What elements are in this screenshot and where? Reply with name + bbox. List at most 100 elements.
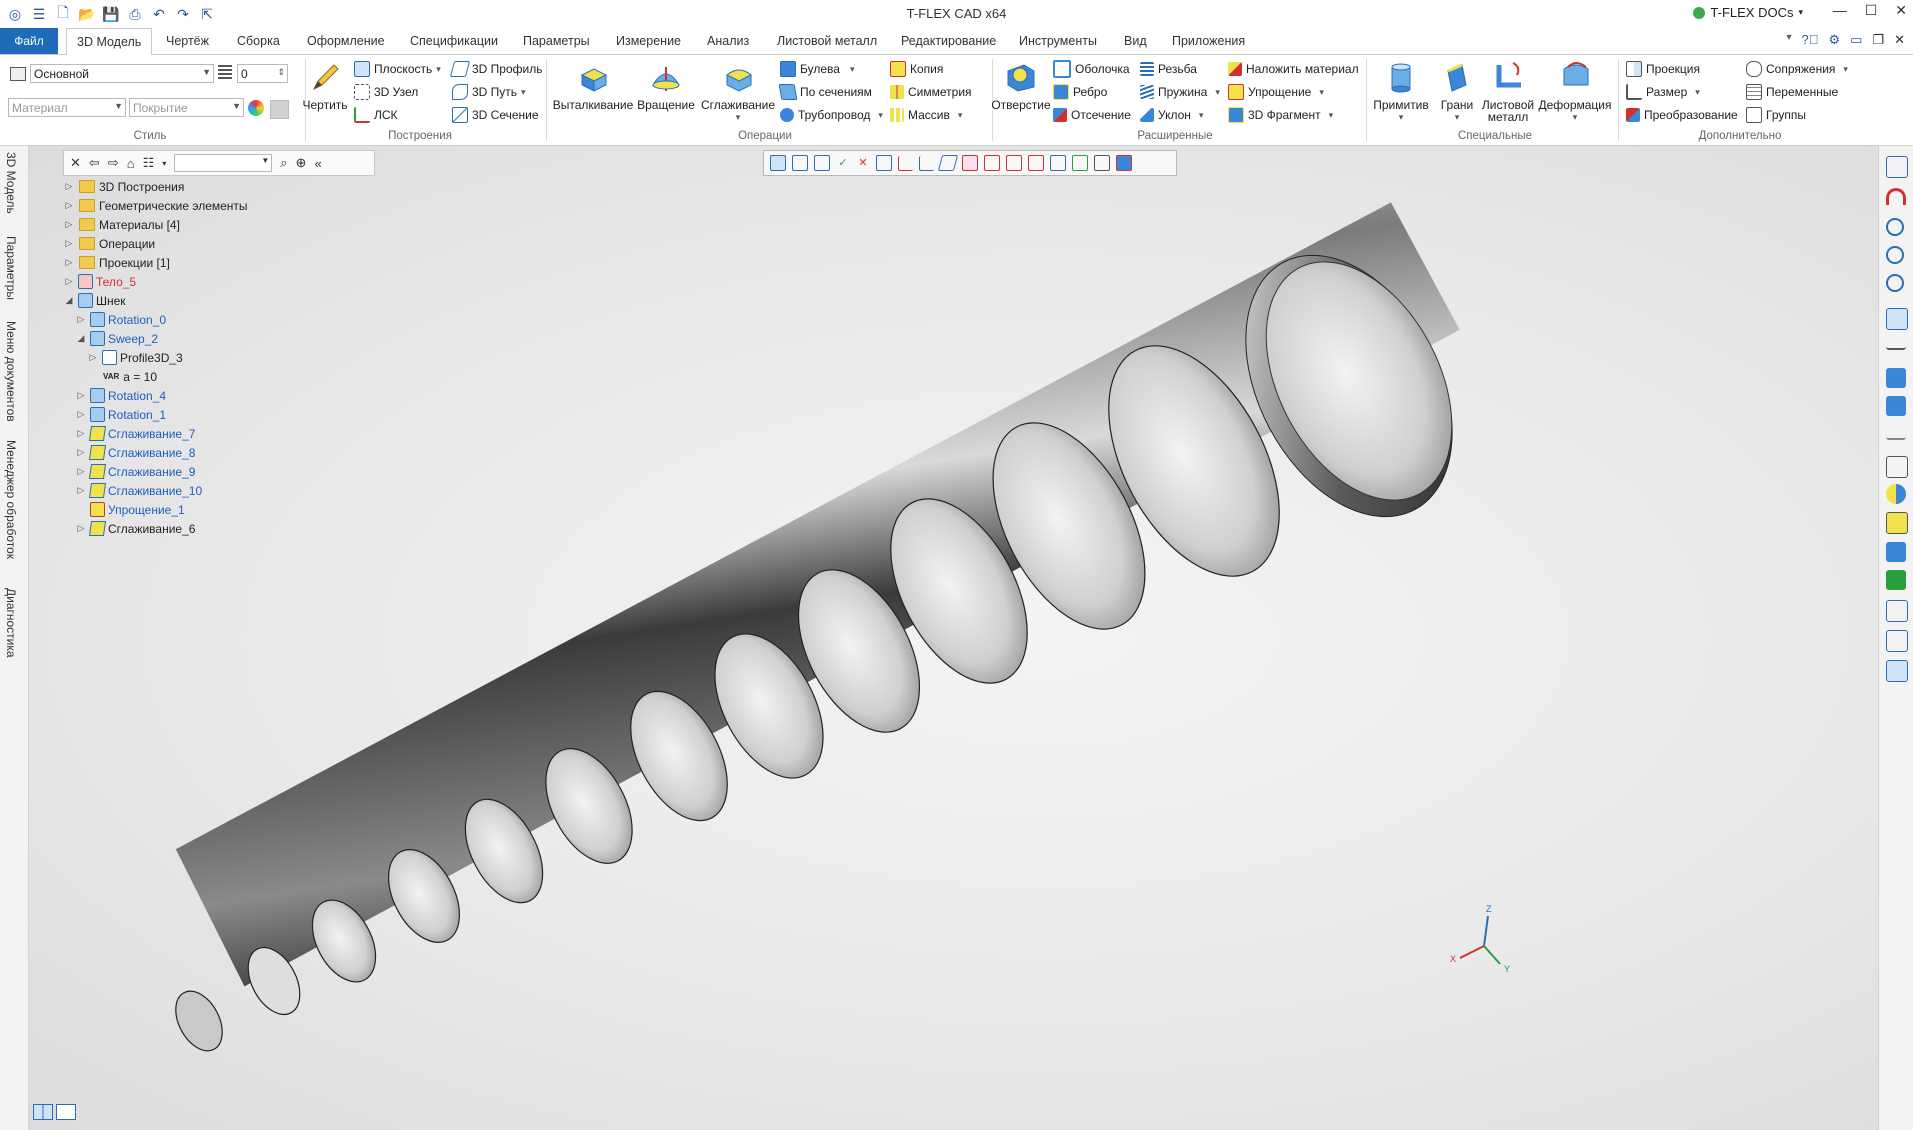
forward-icon[interactable]: ⇨ (108, 155, 119, 171)
expand-toggle-icon[interactable]: ▷ (63, 200, 75, 211)
path3d-button[interactable]: 3D Путь ▾ (452, 83, 526, 101)
filter-list-icon[interactable] (814, 155, 830, 171)
by-sections-button[interactable]: По сечениям (778, 83, 872, 101)
tflex-docs-button[interactable]: T-FLEX DOCs ▾ (1693, 5, 1803, 20)
close-doc-icon[interactable]: ✕ (1894, 32, 1905, 48)
tab-analysis[interactable]: Анализ (707, 28, 749, 54)
tree-item[interactable]: ▷ Материалы [4] (63, 215, 180, 234)
thread-button[interactable]: Резьба (1140, 60, 1197, 78)
palette-icon[interactable] (248, 100, 264, 116)
list-view-icon[interactable]: ☷ (143, 155, 155, 171)
hole-button[interactable]: Отверстие (990, 61, 1052, 111)
tree-item[interactable]: ▷ Rotation_0 (75, 310, 166, 329)
tree-item[interactable]: ▷ Сглаживание_6 (75, 519, 195, 538)
tab-3d-model[interactable]: 3D Модель (66, 28, 153, 56)
check-cube-icon[interactable] (1886, 368, 1906, 388)
target-icon[interactable]: ⊕ (296, 155, 307, 171)
slope-button[interactable]: Уклон ▾ (1140, 106, 1203, 124)
tree-item[interactable]: ▷ Rotation_1 (75, 405, 166, 424)
loop-select-icon[interactable] (984, 155, 1000, 171)
copy-button[interactable]: Копия (890, 60, 943, 78)
tab-parameters[interactable]: Параметры (523, 28, 590, 54)
expand-toggle-icon[interactable]: ▷ (75, 390, 87, 401)
simplify-button[interactable]: Упрощение ▾ (1228, 83, 1324, 101)
magnet-icon[interactable] (1886, 188, 1906, 205)
collapse-icon[interactable]: « (314, 156, 321, 171)
section-view-icon[interactable] (1886, 308, 1908, 330)
filter-settings-icon[interactable] (792, 155, 808, 171)
chevron-down-icon[interactable]: ▾ (1786, 32, 1791, 48)
tab-apps[interactable]: Приложения (1172, 28, 1245, 54)
array-button[interactable]: Массив ▾ (890, 106, 962, 124)
tab-sheet-metal[interactable]: Листовой металл (777, 28, 877, 54)
expand-toggle-icon[interactable]: ▷ (75, 314, 87, 325)
layer-select[interactable]: Основной ▼ (30, 64, 214, 83)
layout-icon[interactable]: ▭ (1850, 32, 1862, 48)
wire-cube-icon[interactable] (1886, 456, 1908, 478)
body-select-icon[interactable] (1006, 155, 1022, 171)
zoom-fit-icon[interactable] (1886, 218, 1904, 236)
expand-toggle-icon[interactable]: ◢ (63, 295, 75, 306)
fragment3d-button[interactable]: 3D Фрагмент ▾ (1228, 106, 1333, 124)
node3d-button[interactable]: 3D Узел (354, 83, 418, 101)
deformation-button[interactable]: Деформация ▾ (1538, 61, 1612, 123)
copy-select-icon[interactable] (1094, 155, 1110, 171)
draw-button[interactable]: Чертить (302, 61, 348, 111)
split-view-icon[interactable] (33, 1104, 53, 1120)
tree-item[interactable]: ◢ Шнек (63, 291, 126, 310)
left-tab-parameters[interactable]: Параметры (4, 236, 18, 300)
check-cubes-icon[interactable] (1886, 396, 1906, 416)
left-tab-3d-model[interactable]: 3D Модель (4, 152, 18, 214)
tree-item[interactable]: ▷ Profile3D_3 (87, 348, 183, 367)
home-icon[interactable]: ⌂ (127, 156, 135, 171)
material-select-icon[interactable] (1072, 155, 1088, 171)
zoom-icon[interactable] (1886, 274, 1904, 292)
glasses-icon[interactable] (1886, 338, 1906, 350)
expand-toggle-icon[interactable]: ▷ (75, 409, 87, 420)
expand-toggle-icon[interactable]: ▷ (87, 352, 99, 363)
tree-item[interactable]: ▷ Сглаживание_9 (75, 462, 195, 481)
tree-item[interactable]: ▷ Сглаживание_7 (75, 424, 195, 443)
tab-file[interactable]: Файл (0, 28, 58, 54)
single-view-icon[interactable] (56, 1104, 76, 1120)
tree-item[interactable]: ▷ Сглаживание_10 (75, 481, 202, 500)
tab-assembly[interactable]: Сборка (237, 28, 280, 54)
expand-toggle-icon[interactable]: ▷ (63, 276, 75, 287)
assembly-select-icon[interactable] (1116, 155, 1132, 171)
tree-item[interactable]: ▷ Rotation_4 (75, 386, 166, 405)
colored-cube-icon[interactable] (1886, 570, 1906, 590)
variables-button[interactable]: Переменные (1746, 83, 1838, 101)
tree-item[interactable]: ▷ Тело_5 (63, 272, 136, 291)
tree-item[interactable]: VAR a = 10 (87, 367, 157, 386)
window-layout-icon[interactable] (1886, 156, 1908, 178)
tree-item[interactable]: ▷ 3D Построения (63, 177, 185, 196)
color-swatch[interactable] (270, 100, 289, 119)
close-button[interactable]: ✕ (1895, 2, 1907, 19)
tab-drawing[interactable]: Чертёж (166, 28, 209, 54)
section3d-button[interactable]: 3D Сечение (452, 106, 539, 124)
select-check-icon[interactable]: ✓ (836, 156, 850, 170)
left-tab-doc-menu[interactable]: Меню документов (4, 321, 18, 422)
plane-view-icon[interactable] (1886, 428, 1906, 440)
tree-item[interactable]: ▷ Операции (63, 234, 156, 253)
tree-item[interactable]: ▷ Геометрические элементы (63, 196, 248, 215)
printer-view-icon[interactable] (1886, 660, 1908, 682)
groups-button[interactable]: Группы (1746, 106, 1806, 124)
help-icon[interactable]: ?⃝ (1802, 32, 1819, 48)
edge-select-icon[interactable] (937, 155, 959, 171)
material-select[interactable]: Материал ▼ (8, 98, 126, 117)
symmetry-button[interactable]: Симметрия (890, 83, 972, 101)
sheet-metal-button[interactable]: Листовой металл (1478, 61, 1538, 123)
expand-toggle-icon[interactable]: ▷ (75, 523, 87, 534)
minimize-button[interactable]: — (1833, 2, 1847, 19)
tab-specifications[interactable]: Спецификации (410, 28, 498, 54)
render-mode-icon[interactable] (1886, 484, 1906, 504)
pipe-button[interactable]: Трубопровод ▾ (780, 106, 883, 124)
camera-icon[interactable] (1886, 600, 1908, 622)
face-select-icon[interactable] (962, 155, 978, 171)
projection-button[interactable]: Проекция (1626, 60, 1700, 78)
gear-icon[interactable]: ⚙ (1828, 32, 1840, 48)
tree-search-input[interactable]: ▼ (174, 154, 273, 172)
expand-toggle-icon[interactable]: ▷ (63, 181, 75, 192)
faces-button[interactable]: Грани ▾ (1430, 61, 1484, 123)
